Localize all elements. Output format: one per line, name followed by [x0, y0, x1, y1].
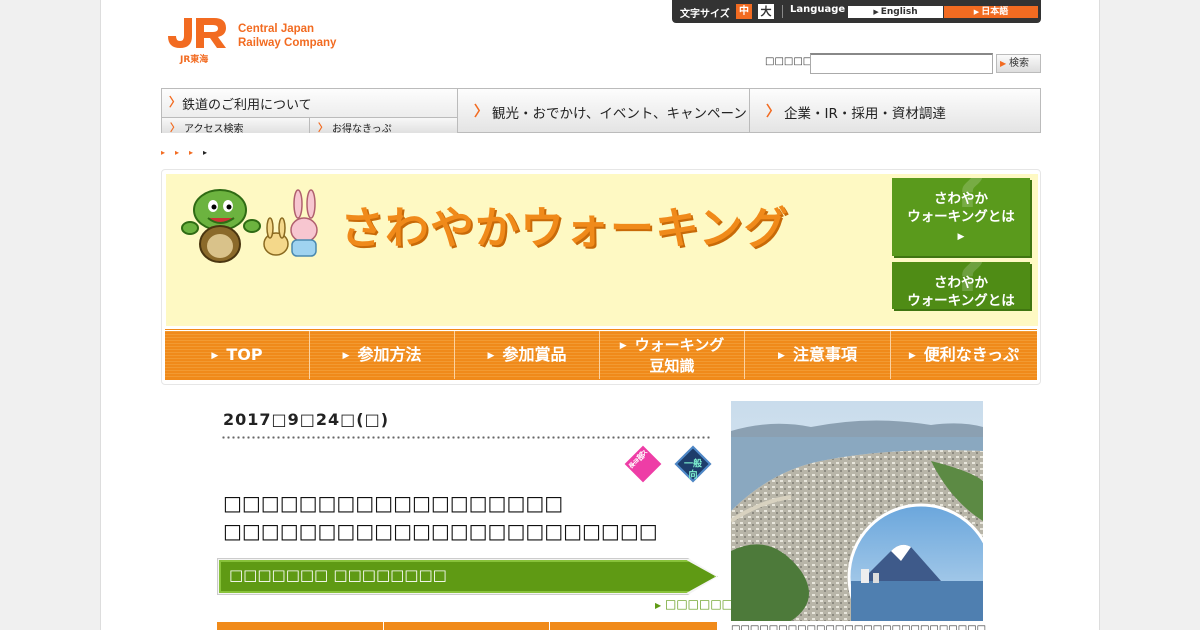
info-table-header [217, 622, 717, 630]
triangle-right-icon: ▶ [487, 350, 495, 361]
course-title-line1: □□□□□□□□□□□□□□□□□□ [223, 491, 564, 515]
triangle-right-icon: ▶ [778, 350, 785, 361]
partial-long-course-badge-text: 一部 長コース [628, 449, 656, 477]
global-nav: 〉 鉄道のご利用について 〉 アクセス検索 〉 お得なきっぷ 〉 観光・おでかけ… [161, 88, 1041, 135]
language-english-label: English [880, 7, 918, 17]
gnav-tourism: 〉 観光・おでかけ、イベント、キャンペーン [457, 88, 750, 133]
divider [782, 5, 783, 18]
what-is-walking-button-alt[interactable]: ? さわやか ウォーキングとは [892, 262, 1030, 309]
table-divider [549, 622, 550, 630]
question-mark-icon: ? [952, 262, 987, 306]
chevron-right-icon: 〉 [474, 104, 488, 120]
logo-subtext: JR東海 [180, 55, 209, 65]
tab-how-to-join[interactable]: ▶ 参加方法 [310, 331, 455, 379]
walking-hero: さわやかウォーキング ? さわやか ウォーキングとは ▶ ? さわやか ウォーキ… [161, 169, 1041, 385]
event-date: 2017□9□24□(□) [223, 410, 390, 429]
gnav-tourism-label: 観光・おでかけ、イベント、キャンペーン [492, 106, 747, 122]
tab-top-label: TOP [226, 345, 263, 364]
triangle-right-icon: ▶ [873, 8, 879, 16]
gnav-corporate: 〉 企業・IR・採用・資材調達 [749, 88, 1041, 133]
triangle-right-icon: ▶ [342, 350, 350, 361]
mascot-illustration [181, 189, 318, 263]
breadcrumb-current: ▸ [203, 148, 218, 157]
tab-prizes-label: 参加賞品 [502, 345, 567, 364]
language-label: Language [790, 4, 846, 15]
breadcrumb: ▸▸▸▸ [161, 148, 217, 157]
chevron-right-icon: 〉 [318, 123, 328, 134]
breadcrumb-link[interactable]: ▸ [161, 148, 175, 157]
hero-banner: さわやかウォーキング ? さわやか ウォーキングとは ▶ ? さわやか ウォーキ… [166, 174, 1038, 326]
jr-central-logo[interactable]: JR東海 Central Japan Railway Company [166, 16, 356, 66]
triangle-right-icon: ▶ [619, 340, 627, 351]
page: JR東海 Central Japan Railway Company 文字サイズ… [100, 0, 1100, 630]
gnav-tourism-link[interactable]: 〉 観光・おでかけ、イベント、キャンペーン [458, 89, 749, 134]
triangle-right-icon: ▶ [957, 232, 965, 242]
what-is-walking-button[interactable]: ? さわやか ウォーキングとは ▶ [892, 178, 1030, 256]
gnav-discount-tickets-link[interactable]: 〉 お得なきっぷ [310, 117, 457, 135]
gnav-access-search-label: アクセス検索 [184, 124, 244, 135]
triangle-right-icon: ▶ [211, 350, 219, 361]
search-input[interactable] [810, 53, 993, 74]
tab-tickets-label: 便利なきっぷ [923, 345, 1020, 364]
gnav-railway-link[interactable]: 〉 鉄道のご利用について [162, 89, 457, 117]
photo-caption: □□□□□□□□□□□□□□□□□□□□□□□□□□□ [731, 624, 987, 630]
chevron-right-icon: 〉 [766, 104, 780, 120]
breadcrumb-link[interactable]: ▸ [189, 148, 203, 157]
search-button-label: 検索 [1009, 58, 1029, 69]
hero-title: さわやかウォーキング [340, 203, 789, 254]
general-audience-badge: 一般向 [674, 445, 712, 483]
company-name-line1: Central Japan [238, 23, 315, 35]
gnav-railway-label: 鉄道のご利用について [182, 98, 312, 113]
dotted-divider [221, 436, 711, 439]
triangle-right-icon: ▶ [908, 350, 916, 361]
badge1-line2: 長コース [627, 448, 650, 471]
jr-logo-icon [168, 18, 226, 48]
chevron-right-icon: 〉 [169, 95, 182, 109]
course-photo [731, 401, 983, 621]
gnav-railway: 〉 鉄道のご利用について 〉 アクセス検索 〉 お得なきっぷ [161, 88, 458, 135]
table-divider [383, 622, 384, 630]
tab-walking-tips-line2: 豆知識 [649, 356, 695, 375]
font-size-label: 文字サイズ [680, 9, 730, 20]
gnav-corporate-label: 企業・IR・採用・資材調達 [784, 106, 946, 122]
language-english-button[interactable]: ▶ English [848, 6, 943, 18]
walking-tabs: ▶ TOP ▶ 参加方法 ▶ 参加賞品 ▶ ウォーキング 豆知識 ▶ 注意事項 ▶ 便利なき… [165, 328, 1037, 380]
partial-long-course-badge: 一部 長コース [624, 445, 662, 483]
course-title: □□□□□□□□□□□□□□□□□□ □□□□□□□□□□□□□□□□□□□□□… [223, 489, 658, 545]
tab-tickets[interactable]: ▶ 便利なきっぷ [891, 331, 1037, 379]
gnav-corporate-link[interactable]: 〉 企業・IR・採用・資材調達 [750, 89, 1040, 134]
gnav-discount-tickets-label: お得なきっぷ [332, 124, 392, 135]
company-name: Central Japan Railway Company [238, 22, 336, 50]
triangle-right-icon: ▶ [973, 8, 980, 16]
tab-how-to-join-label: 参加方法 [357, 345, 422, 364]
breadcrumb-link[interactable]: ▸ [175, 148, 189, 157]
tab-top[interactable]: ▶ TOP [165, 331, 310, 379]
course-title-line2: □□□□□□□□□□□□□□□□□□□□□□□ [223, 519, 658, 543]
font-size-medium-button[interactable]: 中 [736, 4, 752, 19]
station-bar: □□□□□□□ □□□□□□□□ [219, 560, 716, 593]
triangle-right-icon: ▶ [655, 601, 662, 610]
gnav-access-search-link[interactable]: 〉 アクセス検索 [162, 117, 310, 135]
tab-notes[interactable]: ▶ 注意事項 [745, 331, 891, 379]
chevron-right-icon: 〉 [170, 123, 180, 134]
language-japanese-label: 日本語 [981, 7, 1009, 17]
arrow-right-icon: ▶ [1000, 59, 1007, 68]
language-japanese-button[interactable]: ▶ 日本語 [944, 6, 1038, 18]
search-button[interactable]: ▶ 検索 [996, 54, 1041, 73]
general-audience-badge-text: 一般向 [683, 459, 702, 481]
font-size-large-button[interactable]: 大 [758, 4, 774, 19]
tab-notes-label: 注意事項 [792, 345, 857, 364]
tab-walking-tips-line1: ウォーキング [634, 336, 725, 354]
tab-prizes[interactable]: ▶ 参加賞品 [455, 331, 600, 379]
tab-walking-tips[interactable]: ▶ ウォーキング 豆知識 [600, 331, 745, 379]
utility-bar: 文字サイズ 中 大 Language ▶ English ▶ 日本語 [672, 0, 1041, 23]
company-name-line2: Railway Company [238, 37, 337, 49]
question-mark-icon: ? [952, 178, 987, 222]
